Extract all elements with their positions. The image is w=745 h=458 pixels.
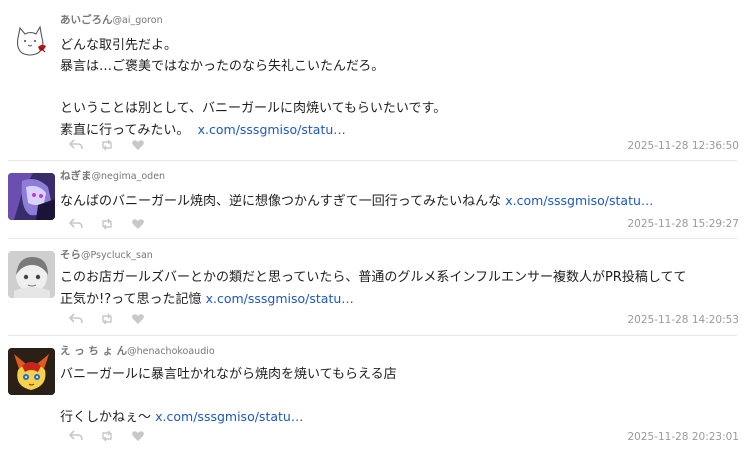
purple-character-icon: [8, 173, 55, 220]
divider: [8, 335, 737, 336]
reply-button[interactable]: [68, 217, 84, 231]
avatar[interactable]: [8, 173, 55, 220]
post-link[interactable]: x.com/sssgmiso/statu…: [155, 409, 303, 424]
user-handle[interactable]: @henachokoaudio: [127, 346, 215, 357]
grey-sketch-icon: [8, 251, 55, 298]
post-actions: [68, 429, 161, 443]
avatar[interactable]: [8, 348, 55, 395]
reply-feed: あいごろん@ai_goron どんな取引先だよ。 暴言は…ご褒美ではなかったのな…: [0, 0, 745, 458]
retweet-icon: [102, 430, 112, 442]
display-name[interactable]: あいごろん: [60, 14, 113, 26]
post-link[interactable]: x.com/sssgmiso/statu…: [206, 291, 354, 306]
like-icon: [132, 140, 144, 150]
post-text: どんな取引先だよ。 暴言は…ご褒美ではなかったのなら失礼こいたんだろ。 というこ…: [60, 35, 446, 140]
timestamp[interactable]: 2025-11-28 20:23:01: [627, 431, 739, 443]
display-name[interactable]: ねぎま: [60, 170, 92, 182]
retweet-button[interactable]: [99, 429, 115, 443]
post-line: どんな取引先だよ。: [60, 38, 178, 53]
post-line-with-link: 正気か!?って思った記憶 x.com/sssgmiso/statu…: [60, 288, 686, 309]
like-button[interactable]: [130, 429, 146, 443]
divider: [8, 160, 737, 161]
like-button[interactable]: [130, 138, 146, 152]
avatar[interactable]: [8, 18, 55, 65]
divider: [8, 238, 737, 239]
post-line-with-link: 素直に行ってみたい。 x.com/sssgmiso/statu…: [60, 119, 446, 140]
post-text: バニーガールに暴言吐かれながら焼肉を焼いてもらえる店 行くしかねぇ～ x.com…: [60, 364, 397, 427]
retweet-button[interactable]: [99, 312, 115, 326]
retweet-button[interactable]: [99, 217, 115, 231]
reply-button[interactable]: [68, 312, 84, 326]
post-line: ということは別として、バニーガールに肉焼いてもらいたいです。: [60, 101, 447, 116]
display-name[interactable]: そら: [60, 249, 81, 261]
retweet-button[interactable]: [99, 138, 115, 152]
timestamp[interactable]: 2025-11-28 14:20:53: [627, 314, 739, 326]
reply-icon: [69, 430, 83, 441]
post-actions: [68, 312, 161, 326]
user-handle[interactable]: @Psycluck_san: [81, 250, 153, 261]
user-handle[interactable]: @negima_oden: [92, 171, 166, 182]
retweet-icon: [102, 313, 112, 325]
post-line: [60, 77, 446, 98]
post-line: 正気か!?って思った記憶: [60, 292, 202, 307]
reply-icon: [69, 218, 83, 229]
post-line: 行くしかねぇ～: [60, 410, 152, 425]
like-button[interactable]: [130, 312, 146, 326]
reply-icon: [69, 139, 83, 150]
reply-icon: [69, 313, 83, 324]
user-handle[interactable]: @ai_goron: [113, 15, 163, 26]
timestamp[interactable]: 2025-11-28 15:29:27: [627, 218, 739, 230]
like-icon: [132, 314, 144, 324]
cat-sketch-icon: [16, 25, 46, 56]
post-line-with-link: 行くしかねぇ～ x.com/sssgmiso/statu…: [60, 406, 397, 427]
like-icon: [132, 431, 144, 441]
like-icon: [132, 219, 144, 229]
post-actions: [68, 217, 161, 231]
post-link[interactable]: x.com/sssgmiso/statu…: [198, 122, 346, 137]
post-line: 暴言は…ご褒美ではなかったのなら失礼こいたんだろ。: [60, 59, 385, 74]
post-line-with-link: なんばのバニーガール焼肉、逆に想像つかんすぎて一回行ってみたいねんな x.com…: [60, 190, 653, 211]
post-line: [60, 385, 397, 406]
post-line: なんばのバニーガール焼肉、逆に想像つかんすぎて一回行ってみたいねんな: [60, 194, 502, 209]
post-header: え っ ち ょ ん@henachokoaudio: [60, 345, 215, 358]
like-button[interactable]: [130, 217, 146, 231]
timestamp[interactable]: 2025-11-28 12:36:50: [627, 140, 739, 152]
post-actions: [68, 138, 161, 152]
post-text: なんばのバニーガール焼肉、逆に想像つかんすぎて一回行ってみたいねんな x.com…: [60, 190, 653, 211]
reply-button[interactable]: [68, 429, 84, 443]
retweet-icon: [102, 139, 112, 151]
post-header: あいごろん@ai_goron: [60, 14, 163, 27]
post-header: そら@Psycluck_san: [60, 249, 153, 262]
post-line: バニーガールに暴言吐かれながら焼肉を焼いてもらえる店: [60, 367, 397, 382]
post-line: このお店ガールズバーとかの類だと思っていたら、普通のグルメ系インフルエンサー複数…: [60, 270, 687, 285]
display-name[interactable]: え っ ち ょ ん: [60, 345, 127, 357]
post-text: このお店ガールズバーとかの類だと思っていたら、普通のグルメ系インフルエンサー複数…: [60, 267, 686, 309]
post-link[interactable]: x.com/sssgmiso/statu…: [505, 193, 653, 208]
reply-button[interactable]: [68, 138, 84, 152]
avatar[interactable]: [8, 251, 55, 298]
red-creature-icon: [8, 348, 55, 395]
retweet-icon: [102, 218, 112, 230]
post-header: ねぎま@negima_oden: [60, 170, 165, 183]
post-line: 素直に行ってみたい。: [60, 123, 190, 138]
